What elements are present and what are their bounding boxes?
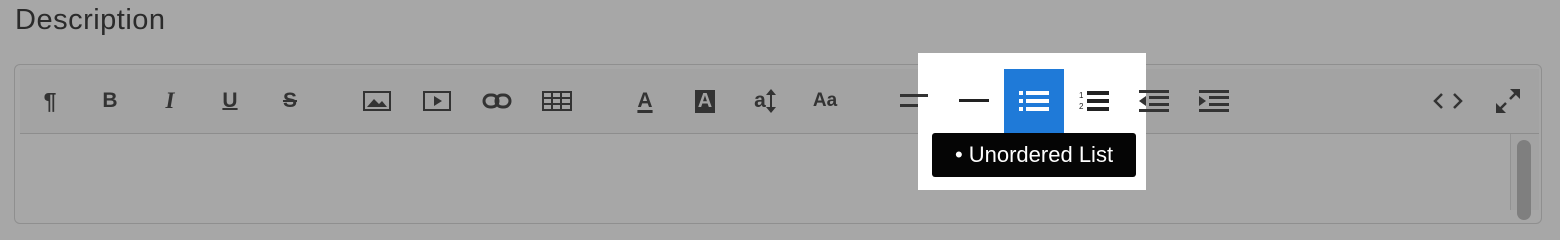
font-size-button[interactable]: Aa xyxy=(795,69,855,133)
fullscreen-button[interactable] xyxy=(1478,69,1538,133)
outdent-button[interactable] xyxy=(1124,69,1184,133)
outdent-icon xyxy=(1139,90,1169,112)
italic-button[interactable]: I xyxy=(140,69,200,133)
table-icon xyxy=(542,91,572,111)
editor-scrollbar-thumb[interactable] xyxy=(1517,140,1531,220)
text-color-icon: A xyxy=(637,89,653,112)
link-icon xyxy=(482,93,512,109)
insert-link-button[interactable] xyxy=(467,69,527,133)
ordered-list-icon: 1 2 xyxy=(1079,91,1109,111)
underline-button[interactable]: U xyxy=(200,69,260,133)
image-icon xyxy=(363,91,391,111)
bold-button[interactable]: B xyxy=(80,69,140,133)
text-color-button[interactable]: A xyxy=(615,69,675,133)
strikethrough-icon: S xyxy=(282,89,297,112)
svg-text:1: 1 xyxy=(1079,91,1084,100)
insert-video-button[interactable] xyxy=(407,69,467,133)
svg-text:2: 2 xyxy=(1079,102,1084,111)
indent-icon xyxy=(1199,90,1229,112)
expand-icon xyxy=(1496,89,1520,113)
insert-table-button[interactable] xyxy=(527,69,587,133)
paragraph-button[interactable]: ¶ xyxy=(20,69,80,133)
unordered-list-button[interactable] xyxy=(1004,69,1064,133)
line-height-button[interactable]: a xyxy=(735,69,795,133)
line-height-arrows-icon xyxy=(765,89,776,113)
background-color-button[interactable]: A xyxy=(675,69,735,133)
strikethrough-button[interactable]: S xyxy=(260,69,320,133)
italic-icon: I xyxy=(165,88,175,113)
code-view-button[interactable] xyxy=(1418,69,1478,133)
underline-icon: U xyxy=(222,89,238,112)
background-color-icon: A xyxy=(694,89,716,113)
unordered-list-icon xyxy=(1019,91,1049,111)
bold-icon: B xyxy=(102,89,118,112)
horizontal-rule-button[interactable] xyxy=(944,69,1004,133)
code-icon xyxy=(1433,93,1463,109)
align-left-icon xyxy=(900,94,928,107)
align-button[interactable] xyxy=(884,69,944,133)
ordered-list-button[interactable]: 1 2 xyxy=(1064,69,1124,133)
video-icon xyxy=(423,91,451,111)
paragraph-icon: ¶ xyxy=(43,87,57,114)
horizontal-rule-icon xyxy=(959,99,989,102)
unordered-list-tooltip: • Unordered List xyxy=(932,133,1136,177)
line-height-icon: a xyxy=(754,89,766,112)
section-title: Description xyxy=(15,4,166,36)
indent-button[interactable] xyxy=(1184,69,1244,133)
font-size-icon: Aa xyxy=(812,90,838,111)
insert-image-button[interactable] xyxy=(347,69,407,133)
